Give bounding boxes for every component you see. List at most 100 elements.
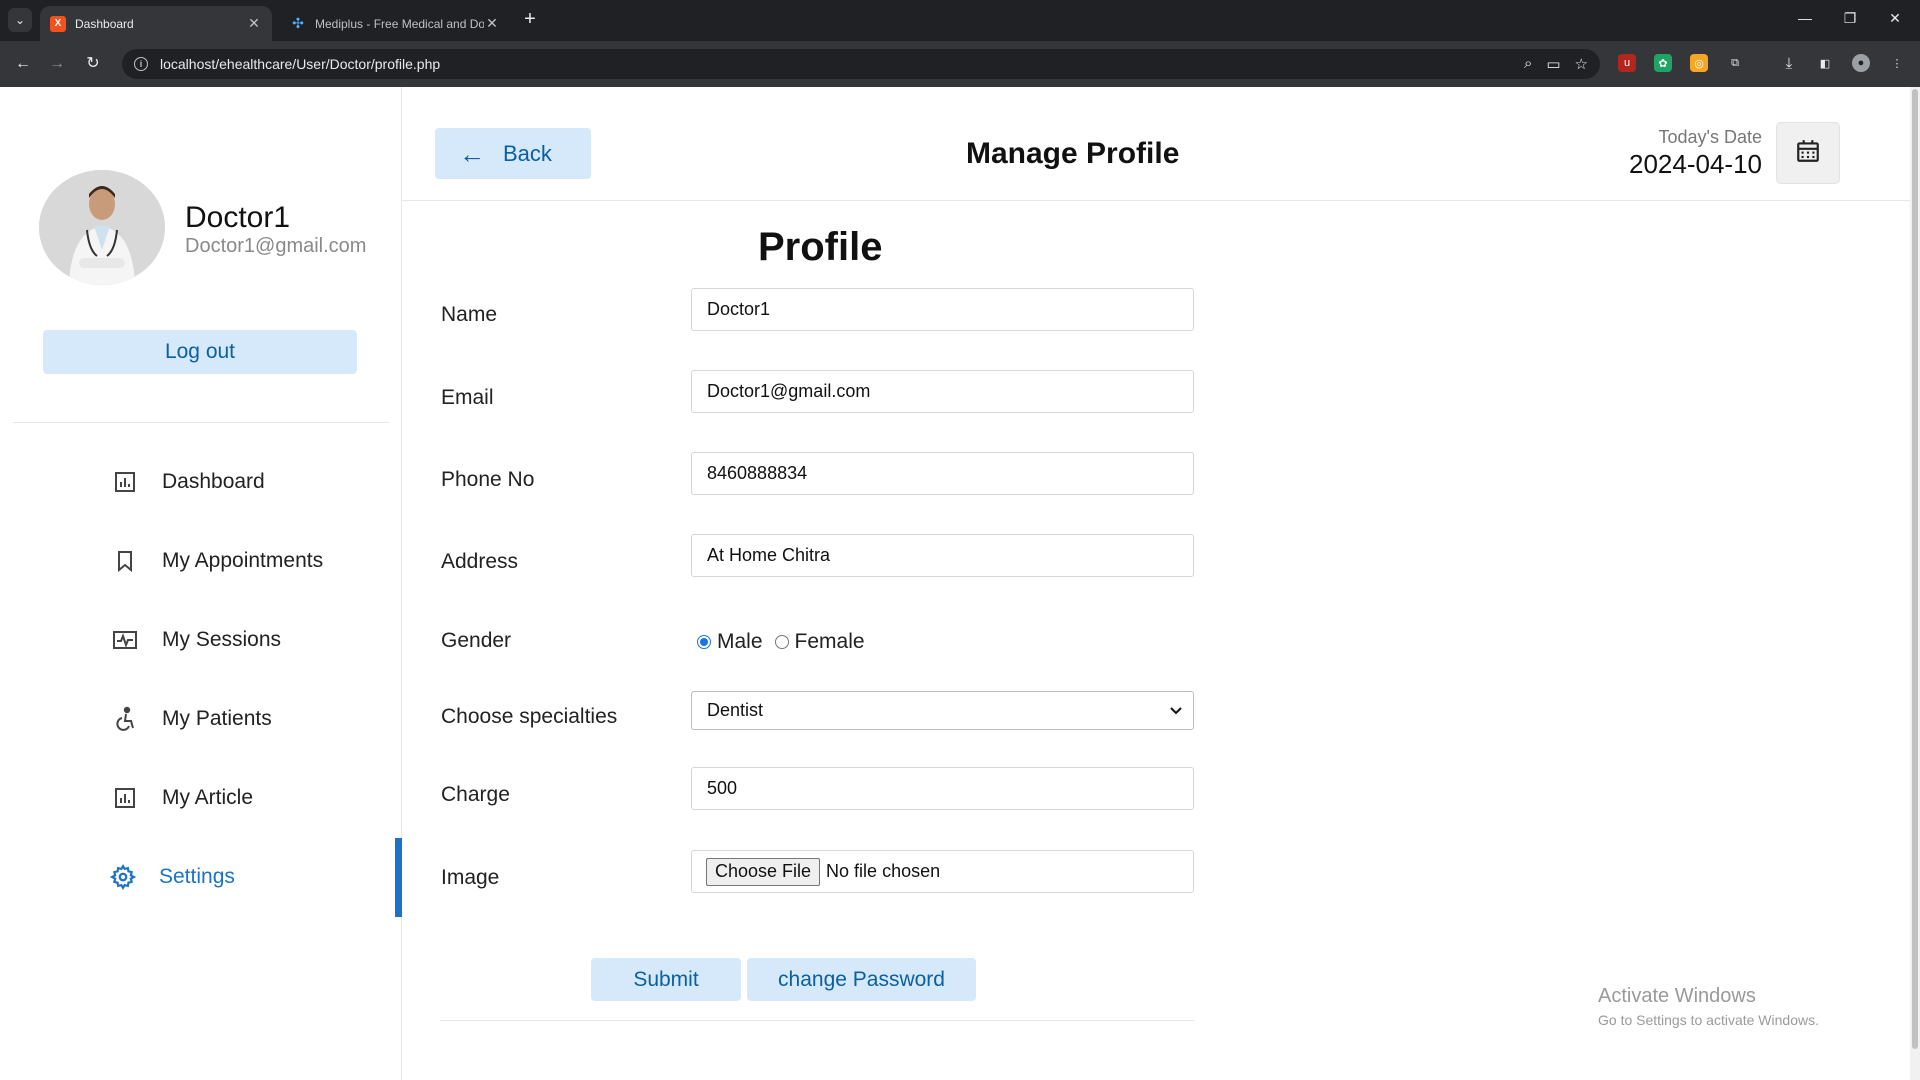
sidebar: Doctor1 Doctor1@gmail.com Log out Dashbo… [0, 87, 402, 1080]
specialty-label: Choose specialties [441, 705, 618, 728]
browser-tab-bar: ⌄ X Dashboard ✕ ✣ Mediplus - Free Medica… [0, 0, 1920, 41]
sidebar-item-article[interactable]: My Article [0, 759, 402, 837]
calendar-icon [1795, 138, 1821, 169]
windows-activation-watermark: Activate Windows Go to Settings to activ… [1598, 985, 1819, 1028]
sidebar-divider [13, 422, 389, 423]
accessibility-icon [110, 704, 140, 734]
user-email: Doctor1@gmail.com [185, 235, 367, 257]
medical-favicon-icon: ✣ [292, 15, 304, 31]
xampp-favicon-icon: X [50, 15, 66, 32]
calendar-button[interactable] [1776, 122, 1840, 184]
scrollbar-thumb[interactable] [1912, 89, 1918, 1049]
user-name: Doctor1 [185, 201, 291, 234]
change-password-button[interactable]: change Password [747, 958, 976, 1001]
avatar [39, 170, 165, 285]
watermark-subtitle: Go to Settings to activate Windows. [1598, 1012, 1819, 1028]
card-icon[interactable]: ▭ [1546, 55, 1560, 73]
address-label: Address [441, 550, 519, 573]
phone-value: 8460888834 [707, 463, 808, 483]
charge-label: Charge [441, 783, 510, 806]
phone-label: Phone No [441, 468, 535, 491]
sidebar-item-label: My Appointments [162, 549, 324, 572]
new-tab-icon[interactable]: + [520, 9, 540, 29]
specialty-value: Dentist [707, 700, 764, 720]
name-label: Name [441, 303, 498, 326]
sidebar-item-appointments[interactable]: My Appointments [0, 522, 402, 600]
charge-field[interactable]: 500 [691, 767, 1194, 810]
gender-male-label: Male [717, 630, 763, 653]
gender-male-radio[interactable] [697, 635, 711, 649]
sidebar-item-label: My Sessions [162, 628, 282, 651]
address-bar[interactable]: i localhost/ehealthcare/User/Doctor/prof… [122, 49, 1600, 79]
tab-dashboard[interactable]: X Dashboard ✕ [40, 6, 272, 41]
chart-icon [110, 783, 140, 813]
phone-field[interactable]: 8460888834 [691, 452, 1194, 495]
form-divider [440, 1020, 1194, 1021]
orange-extension-icon[interactable]: ◎ [1690, 54, 1708, 72]
restore-icon[interactable]: ❐ [1840, 10, 1860, 27]
watermark-title: Activate Windows [1598, 985, 1756, 1007]
chevron-down-icon [1169, 700, 1183, 721]
ublock-extension-icon[interactable]: u [1618, 54, 1636, 72]
back-nav-icon[interactable]: ← [12, 53, 34, 75]
sidebar-item-label: Settings [159, 865, 235, 888]
close-icon[interactable]: ✕ [246, 15, 262, 32]
green-extension-icon[interactable]: ✿ [1654, 54, 1672, 72]
arrow-left-icon: ← [459, 138, 485, 169]
name-field[interactable]: Doctor1 [691, 288, 1194, 331]
submit-button[interactable]: Submit [591, 958, 741, 1001]
tab-mediplus[interactable]: ✣ Mediplus - Free Medical and Do ✕ [280, 6, 510, 41]
image-file-input[interactable]: Choose File No file chosen [691, 850, 1194, 893]
name-value: Doctor1 [707, 299, 771, 319]
email-label: Email [441, 386, 494, 409]
header-divider [402, 200, 1912, 201]
side-panel-icon[interactable]: ◧ [1816, 54, 1834, 72]
minimize-icon[interactable]: — [1795, 10, 1815, 26]
logout-button[interactable]: Log out [43, 330, 357, 374]
sidebar-item-label: My Patients [162, 707, 272, 730]
choose-file-button[interactable]: Choose File [706, 857, 821, 886]
sidebar-item-settings[interactable]: Settings [0, 838, 402, 917]
gender-radio-group: Male Female [697, 630, 865, 654]
pulse-icon [110, 625, 140, 655]
page: Doctor1 Doctor1@gmail.com Log out Dashbo… [0, 87, 1920, 1080]
menu-kebab-icon[interactable]: ⋮ [1888, 54, 1906, 72]
date-value: 2024-04-10 [1629, 149, 1762, 179]
window-close-icon[interactable]: ✕ [1885, 10, 1905, 27]
gender-female-radio[interactable] [774, 635, 789, 649]
charge-value: 500 [707, 778, 738, 798]
specialty-select[interactable]: Dentist [691, 691, 1194, 730]
chart-icon [110, 467, 140, 497]
email-value: Doctor1@gmail.com [707, 381, 871, 401]
file-status: No file chosen [826, 861, 941, 881]
sidebar-item-label: My Article [162, 786, 254, 809]
address-field[interactable]: At Home Chitra [691, 534, 1194, 577]
site-info-icon[interactable]: i [134, 57, 148, 71]
browser-toolbar: ← → ↻ i localhost/ehealthcare/User/Docto… [0, 41, 1920, 87]
address-value: At Home Chitra [707, 545, 831, 565]
page-title: Manage Profile [966, 137, 1180, 170]
image-label: Image [441, 866, 500, 889]
sidebar-item-patients[interactable]: My Patients [0, 680, 402, 758]
download-icon[interactable]: ⤓ [1780, 54, 1798, 72]
close-icon[interactable]: ✕ [484, 15, 500, 32]
reload-icon[interactable]: ↻ [82, 53, 104, 75]
gear-icon [108, 862, 138, 892]
back-button[interactable]: ← Back [435, 128, 591, 179]
profile-avatar-icon[interactable]: ● [1852, 54, 1870, 72]
email-field[interactable]: Doctor1@gmail.com [691, 370, 1194, 413]
back-button-label: Back [503, 140, 552, 166]
puzzle-extension-icon[interactable]: ⧉ [1726, 54, 1744, 72]
url-text: localhost/ehealthcare/User/Doctor/profil… [160, 56, 441, 72]
zoom-icon[interactable]: ⌕ [1524, 55, 1532, 73]
tab-title: Mediplus - Free Medical and Do [315, 16, 484, 31]
sidebar-item-sessions[interactable]: My Sessions [0, 601, 402, 679]
bookmark-star-icon[interactable]: ☆ [1575, 55, 1588, 73]
forward-nav-icon[interactable]: → [46, 53, 68, 75]
gender-female-label: Female [794, 630, 865, 653]
gender-label: Gender [441, 629, 512, 652]
form-title: Profile [758, 225, 883, 269]
sidebar-item-label: Dashboard [162, 470, 265, 493]
tab-search-icon[interactable]: ⌄ [8, 8, 32, 32]
sidebar-item-dashboard[interactable]: Dashboard [0, 443, 402, 521]
